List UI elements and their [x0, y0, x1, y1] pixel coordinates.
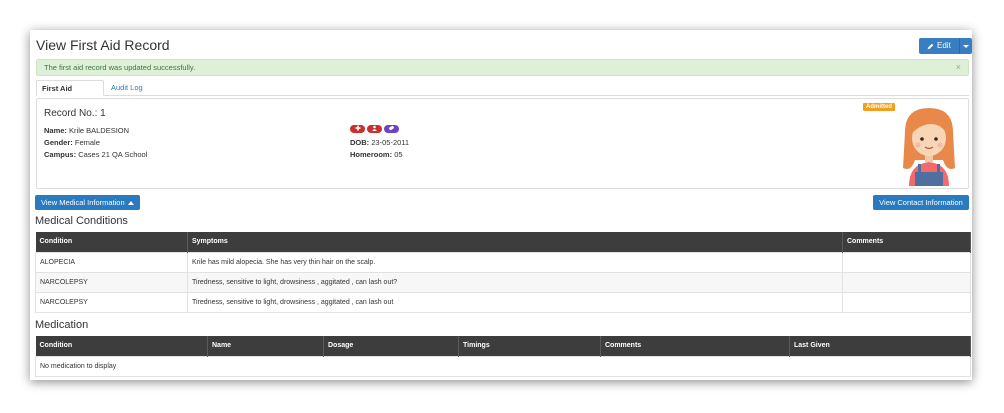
view-contact-information-button[interactable]: View Contact Information — [873, 195, 969, 210]
medical-conditions-heading: Medical Conditions — [35, 215, 128, 227]
gender-value: Female — [74, 138, 100, 147]
table-row: No medication to display — [35, 355, 971, 377]
table-row: ALOPECIA Krile has mild alopecia. She ha… — [35, 251, 971, 273]
gender-field: Gender: Female — [44, 138, 100, 147]
caret-down-icon — [962, 44, 969, 48]
comments-cell — [842, 271, 971, 293]
alert-message: The first aid record was updated success… — [44, 63, 196, 72]
close-icon[interactable]: × — [956, 60, 961, 75]
edit-button-label: Edit — [937, 41, 951, 50]
app-frame: View First Aid Record Edit The first aid… — [30, 30, 972, 380]
campus-field: Campus: Cases 21 QA School — [44, 150, 147, 159]
name-field: Name: Krile BALDESION — [44, 126, 129, 135]
table-header-row: Condition Name Dosage Timings Comments L… — [35, 336, 971, 356]
gender-label: Gender: — [44, 138, 73, 147]
table-row: NARCOLEPSY Tiredness, sensitive to light… — [35, 271, 971, 293]
record-number: Record No.: 1 — [44, 108, 106, 119]
allergy-icon[interactable] — [367, 125, 382, 133]
edit-button-group: Edit — [919, 38, 972, 54]
homeroom-label: Homeroom: — [350, 150, 393, 159]
tab-bar: First Aid Record Audit Log — [36, 80, 969, 108]
medical-cross-icon[interactable] — [350, 125, 365, 133]
homeroom-value: 05 — [394, 150, 403, 159]
name-label: Name: — [44, 126, 67, 135]
condition-cell: NARCOLEPSY — [35, 271, 188, 293]
table-header-row: Condition Symptoms Comments — [35, 232, 971, 252]
column-header-condition[interactable]: Condition — [35, 336, 208, 356]
campus-value: Cases 21 QA School — [78, 150, 148, 159]
dob-label: DOB: — [350, 138, 370, 147]
column-header-comments[interactable]: Comments — [842, 232, 971, 252]
comments-cell — [842, 251, 971, 273]
column-header-name[interactable]: Name — [207, 336, 324, 356]
tab-first-aid-record[interactable]: First Aid Record — [36, 80, 104, 108]
table-row: NARCOLEPSY Tiredness, sensitive to light… — [35, 291, 971, 313]
medication-table: Condition Name Dosage Timings Comments L… — [35, 336, 971, 377]
medication-heading: Medication — [35, 319, 89, 331]
pill-icon[interactable] — [384, 125, 399, 133]
condition-cell: ALOPECIA — [35, 251, 188, 273]
edit-dropdown-toggle[interactable] — [958, 38, 972, 54]
empty-message: No medication to display — [35, 355, 971, 377]
medical-badges — [350, 125, 399, 133]
student-avatar — [903, 108, 955, 186]
symptoms-cell: Tiredness, sensitive to light, drowsines… — [187, 291, 843, 313]
dob-value: 23-05-2011 — [371, 138, 410, 147]
column-header-dosage[interactable]: Dosage — [323, 336, 459, 356]
status-badge: Admitted — [863, 103, 895, 111]
page-title: View First Aid Record — [36, 37, 170, 53]
symptoms-cell: Krile has mild alopecia. She has very th… — [187, 251, 843, 273]
name-value: Krile BALDESION — [69, 126, 130, 135]
pencil-icon — [927, 43, 934, 49]
medical-conditions-table: Condition Symptoms Comments ALOPECIA Kri… — [35, 232, 971, 313]
column-header-condition[interactable]: Condition — [35, 232, 188, 252]
comments-cell — [842, 291, 971, 313]
tab-audit-log[interactable]: Audit Log — [106, 80, 148, 96]
column-header-symptoms[interactable]: Symptoms — [187, 232, 843, 252]
edit-button[interactable]: Edit — [919, 38, 959, 54]
column-header-timings[interactable]: Timings — [458, 336, 601, 356]
record-card: Record No.: 1 Name: Krile BALDESION Gend… — [36, 98, 969, 189]
chevron-up-icon — [127, 200, 134, 205]
column-header-last-given[interactable]: Last Given — [789, 336, 971, 356]
campus-label: Campus: — [44, 150, 77, 159]
dob-field: DOB: 23-05-2011 — [350, 138, 409, 147]
symptoms-cell: Tiredness, sensitive to light, drowsines… — [187, 271, 843, 293]
homeroom-field: Homeroom: 05 — [350, 150, 403, 159]
column-header-comments[interactable]: Comments — [600, 336, 790, 356]
condition-cell: NARCOLEPSY — [35, 291, 188, 313]
success-alert: The first aid record was updated success… — [36, 59, 969, 76]
view-medical-information-button[interactable]: View Medical Information — [35, 195, 140, 210]
view-medical-information-label: View Medical Information — [41, 198, 125, 207]
